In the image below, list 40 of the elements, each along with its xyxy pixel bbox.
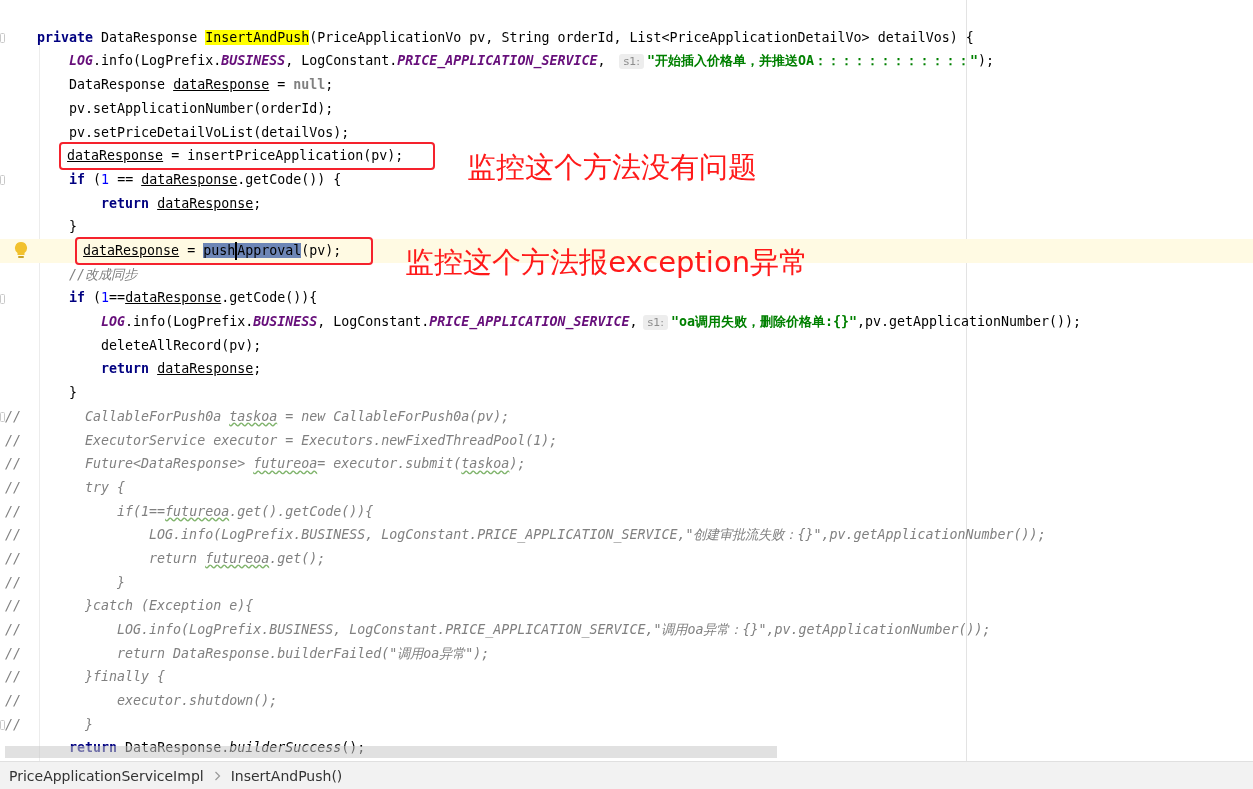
code-line: // } — [5, 715, 94, 734]
marked-code-line: dataResponse = push Approval(pv); — [77, 239, 372, 264]
code-line: } — [68, 218, 78, 237]
code-line: pv.setApplicationNumber(orderId); — [68, 99, 334, 118]
code-line: // LOG.info(LogPrefix.BUSINESS, LogConstant.PRICE_APPLICATION_SERVICE,"创建审批流失败：{}",pv.getApplicationNumber()); — [5, 526, 1046, 545]
code-line: DataResponse dataResponse = null; — [68, 76, 334, 95]
breadcrumb-item[interactable]: PriceApplicationServiceImpl — [9, 767, 204, 784]
code-line: LOG.info(LogPrefix.BUSINESS, LogConstant.PRICE_APPLICATION_SERVICE, s1: "开始插入价格单，并推送OA：：：：：：：：：：：："); — [68, 52, 994, 72]
code-line: // LOG.info(LogPrefix.BUSINESS, LogConstant.PRICE_APPLICATION_SERVICE,"调用oa异常：{}",pv.getApplicationNumber()); — [5, 621, 991, 640]
code-line: if (1 == dataResponse.getCode()) { — [68, 170, 342, 189]
breadcrumb-item[interactable]: InsertAndPush() — [230, 767, 343, 784]
code-line: return dataResponse; — [100, 194, 262, 213]
chevron-icon — [213, 770, 221, 781]
fold-icon[interactable] — [0, 293, 5, 304]
fold-icon[interactable] — [0, 412, 5, 422]
code-line: //改成同步 — [68, 265, 138, 284]
code-line: // return DataResponse.builderFailed("调用oa异常"); — [5, 644, 490, 663]
code-line: LOG.info(LogPrefix.BUSINESS, LogConstant.PRICE_APPLICATION_SERVICE, s1: "oa调用失败，删除价格单:{}",pv.getApplicationNumber()); — [100, 312, 1082, 332]
code-line: // executor.shutdown(); — [5, 692, 278, 711]
marked-code-line: dataResponse = insertPriceApplication(pv); — [61, 144, 434, 169]
code-line: } — [68, 384, 78, 403]
code-line: return dataResponse; — [100, 360, 262, 379]
code-line: pv.setPriceDetailVoList(detailVos); — [68, 123, 350, 142]
code-line: // CallableForPush0a taskoa = new CallableForPush0a(pv); — [5, 407, 510, 426]
code-line: private DataResponse InsertAndPush(PriceApplicationVo pv, String orderId, List<PriceApplicationDetailVo> detailVos) { — [36, 28, 974, 47]
code-line: return DataResponse.builderSuccess(); — [68, 739, 366, 758]
fold-icon[interactable] — [0, 719, 5, 730]
fold-icon[interactable] — [0, 175, 5, 186]
code-line: // try { — [5, 478, 126, 497]
code-line: // return futureoa.get(); — [5, 549, 326, 568]
code-line: // }catch (Exception e){ — [5, 597, 254, 616]
code-line: if (1==dataResponse.getCode()){ — [68, 289, 318, 308]
code-line: deleteAllRecord(pv); — [100, 336, 262, 355]
code-line: // Future<DataResponse> futureoa= executor.submit(taskoa); — [5, 455, 526, 474]
lightbulb-icon[interactable] — [14, 241, 28, 260]
code-line: // } — [5, 573, 126, 592]
code-line: // if(1==futureoa.get().getCode()){ — [5, 502, 374, 521]
code-line: // ExecutorService executor = Executors.newFixedThreadPool(1); — [5, 431, 558, 450]
fold-icon[interactable] — [0, 33, 5, 43]
code-line: // }finally { — [5, 668, 166, 687]
